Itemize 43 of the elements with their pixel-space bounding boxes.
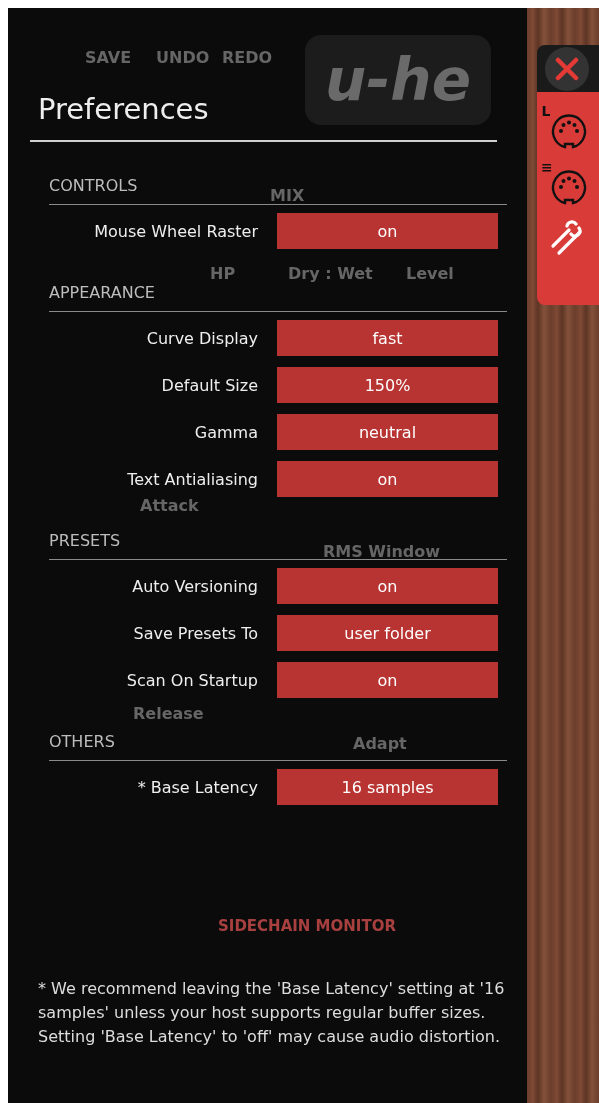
window-title: Preferences bbox=[38, 92, 210, 126]
setting-label: Scan On Startup bbox=[125, 670, 258, 690]
background-label: Level bbox=[406, 264, 454, 284]
background-label: Adapt bbox=[353, 734, 407, 754]
setting-label: Save Presets To bbox=[132, 623, 258, 643]
background-label: Release bbox=[133, 704, 204, 724]
background-label: REDO bbox=[222, 48, 273, 68]
setting-value-button[interactable]: user folder bbox=[277, 615, 498, 651]
wrench-screwdriver-icon bbox=[549, 220, 585, 256]
setting-value-button[interactable]: on bbox=[277, 213, 498, 249]
setting-value-button[interactable]: 150% bbox=[277, 367, 498, 403]
background-label: SAVE bbox=[85, 48, 132, 68]
background-label: MIX bbox=[270, 186, 305, 206]
midi-connector-icon bbox=[551, 114, 587, 150]
midi-button[interactable]: L bbox=[537, 104, 599, 156]
setting-value-button[interactable]: on bbox=[277, 461, 498, 497]
background-label: HP bbox=[210, 264, 236, 284]
setting-value-button[interactable]: fast bbox=[277, 320, 498, 356]
close-button[interactable] bbox=[545, 46, 589, 91]
background-label: RMS Window bbox=[323, 542, 441, 562]
port-glyph: ≡ bbox=[541, 160, 551, 174]
background-label: Attack bbox=[140, 496, 199, 516]
port-glyph: L bbox=[541, 104, 551, 118]
setting-label: Gamma bbox=[193, 422, 258, 442]
background-label: UNDO bbox=[156, 48, 210, 68]
setting-value-button[interactable]: neutral bbox=[277, 414, 498, 450]
background-heading: SIDECHAIN MONITOR bbox=[218, 916, 396, 936]
setting-value-button[interactable]: 16 samples bbox=[277, 769, 498, 805]
close-icon bbox=[555, 56, 579, 81]
setting-label: Default Size bbox=[160, 375, 258, 395]
setting-value-button[interactable]: on bbox=[277, 662, 498, 698]
footnote-text: * We recommend leaving the 'Base Latency' setting at '16 samples' unless your host supports regular buffer sizes. Setting 'Base Latency' to 'off' may cause audio distortion. bbox=[38, 978, 506, 1048]
setting-label: Auto Versioning bbox=[131, 576, 258, 596]
section-heading: APPEARANCE bbox=[49, 283, 507, 312]
setting-label: Curve Display bbox=[145, 328, 258, 348]
setting-label: * Base Latency bbox=[136, 777, 258, 797]
setting-label: Text Antialiasing bbox=[126, 469, 258, 489]
brand-logo: u-he bbox=[305, 35, 491, 125]
setting-label: Mouse Wheel Raster bbox=[93, 221, 258, 241]
midi-connector-icon bbox=[551, 170, 587, 206]
background-label: Dry : Wet bbox=[288, 264, 373, 284]
midi-button[interactable]: ≡ bbox=[537, 160, 599, 212]
setting-value-button[interactable]: on bbox=[277, 568, 498, 604]
